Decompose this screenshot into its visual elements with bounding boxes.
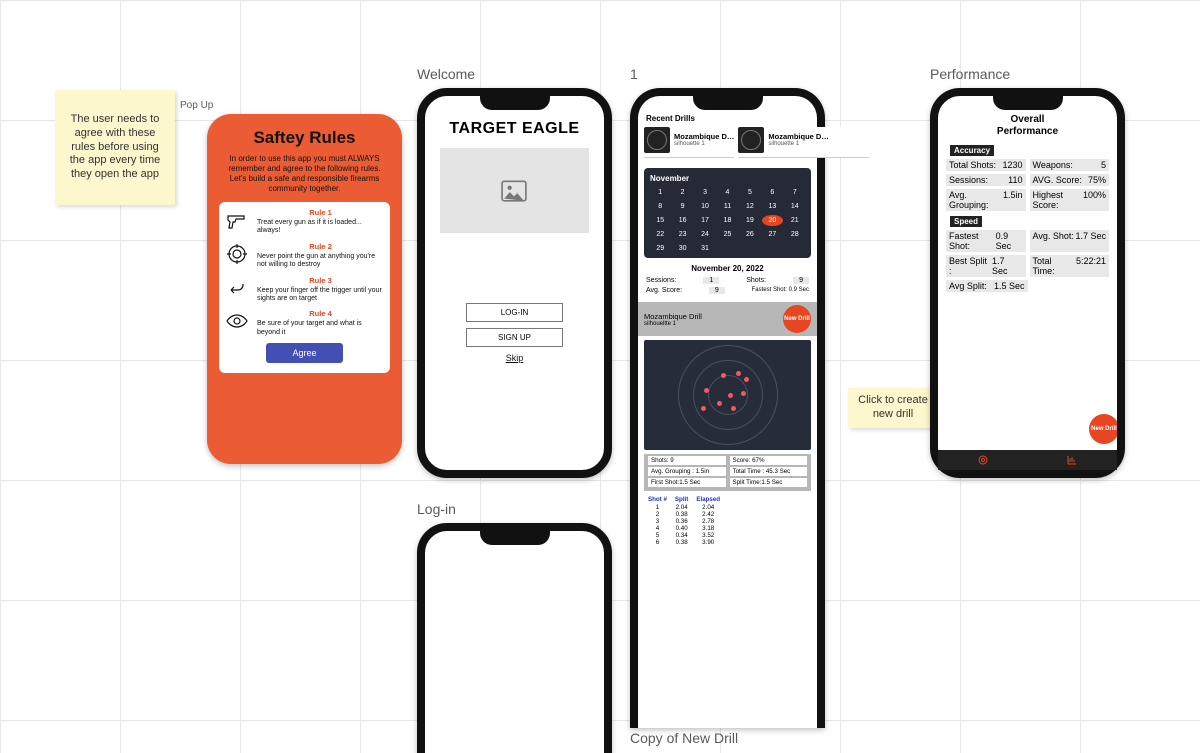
calendar-day[interactable]: 20 — [762, 215, 782, 226]
calendar-day[interactable]: 7 — [785, 187, 805, 198]
speed-heading: Speed — [950, 216, 982, 227]
screen-welcome[interactable]: TARGET EAGLE LOG-IN SIGN UP Skip — [417, 88, 612, 478]
performance-title: OverallPerformance — [946, 114, 1109, 137]
calendar-day[interactable]: 31 — [695, 243, 715, 254]
drill-subtitle: silhouette 1 — [674, 141, 734, 148]
calendar-month: November — [650, 174, 805, 183]
calendar-day[interactable]: 30 — [672, 243, 692, 254]
screen-label-one: 1 — [630, 66, 638, 82]
table-row: 60.383.90 — [644, 539, 724, 546]
calendar-day[interactable]: 18 — [717, 215, 737, 226]
calendar-day[interactable]: 25 — [717, 229, 737, 240]
screen-performance[interactable]: OverallPerformance Accuracy Total Shots:… — [930, 88, 1125, 478]
calendar-day[interactable]: 10 — [695, 201, 715, 212]
calendar-day[interactable]: 8 — [650, 201, 670, 212]
screen-label-copy-new-drill: Copy of New Drill — [630, 730, 738, 746]
popup-intro: In order to use this app you must ALWAYS… — [219, 154, 390, 194]
shot-stats: Shots: 9Score: 67% Avg. Grouping : 1.5in… — [644, 454, 811, 491]
table-row: 12.042.04 — [644, 504, 724, 511]
calendar-day[interactable]: 27 — [762, 229, 782, 240]
calendar-day[interactable]: 22 — [650, 229, 670, 240]
calendar-day[interactable]: 13 — [762, 201, 782, 212]
rule-3: Rule 3Keep your finger off the trigger u… — [225, 276, 384, 304]
app-title: TARGET EAGLE — [433, 120, 596, 138]
recent-drills-title: Recent Drills — [638, 114, 817, 127]
popup-title: Saftey Rules — [219, 128, 390, 148]
calendar-day[interactable]: 11 — [717, 201, 737, 212]
signup-button[interactable]: SIGN UP — [466, 328, 564, 347]
calendar-day[interactable]: 4 — [717, 187, 737, 198]
selected-date: November 20, 2022 — [638, 264, 817, 273]
rule-2: Rule 2Never point the gun at anything yo… — [225, 242, 384, 270]
screen-home[interactable]: Recent Drills Mozambique D… silhouette 1… — [630, 88, 825, 728]
screen-safety-popup[interactable]: Saftey Rules In order to use this app yo… — [207, 114, 402, 464]
table-row: 40.403.18 — [644, 525, 724, 532]
calendar-day[interactable]: 26 — [740, 229, 760, 240]
new-drill-button[interactable]: New Drill — [783, 305, 811, 333]
rules-card: Rule 1Treat every gun as if it is loaded… — [219, 202, 390, 373]
calendar-day[interactable]: 29 — [650, 243, 670, 254]
calendar-day[interactable]: 12 — [740, 201, 760, 212]
calendar-day[interactable]: 2 — [672, 187, 692, 198]
accuracy-stats: Total Shots:1230 Weapons:5 Sessions:110 … — [946, 159, 1109, 214]
calendar-day[interactable]: 21 — [785, 215, 805, 226]
drill-title: Mozambique D… — [674, 133, 734, 141]
calendar-day[interactable]: 24 — [695, 229, 715, 240]
target-icon — [225, 242, 249, 266]
calendar-day[interactable]: 5 — [740, 187, 760, 198]
finger-icon — [225, 276, 249, 300]
rule-1: Rule 1Treat every gun as if it is loaded… — [225, 208, 384, 236]
calendar-day[interactable]: 17 — [695, 215, 715, 226]
calendar-day[interactable]: 16 — [672, 215, 692, 226]
skip-link[interactable]: Skip — [506, 353, 524, 363]
sticky-note-new-drill[interactable]: Click to create new drill — [848, 388, 938, 428]
screen-label-login: Log-in — [417, 501, 456, 517]
image-icon — [501, 180, 527, 202]
screen-login[interactable] — [417, 523, 612, 753]
agree-button[interactable]: Agree — [266, 343, 342, 363]
new-drill-button[interactable]: New Drill — [1089, 414, 1117, 444]
target-nav-icon[interactable] — [977, 454, 989, 466]
gun-icon — [225, 208, 249, 232]
design-canvas[interactable]: The user needs to agree with these rules… — [0, 0, 1200, 753]
bottom-nav — [938, 450, 1117, 470]
drill-title: Mozambique Drill — [644, 312, 702, 321]
calendar-day[interactable]: 19 — [740, 215, 760, 226]
table-row: 20.382.42 — [644, 511, 724, 518]
drill-header-bar[interactable]: Mozambique Drill silhoueltte 1 New Drill — [638, 302, 817, 336]
phone-notch — [480, 529, 550, 545]
shot-table: Shot #SplitElapsed12.042.0420.382.4230.3… — [644, 495, 724, 546]
drill-subtitle: silhouette 1 — [768, 141, 828, 148]
calendar-day[interactable]: 23 — [672, 229, 692, 240]
speed-stats: Fastest Shot:0.9 Sec Avg. Shot:1.7 Sec B… — [946, 230, 1109, 295]
calendar-day[interactable]: 15 — [650, 215, 670, 226]
drill-thumbnail — [738, 127, 764, 153]
rule-4: Rule 4Be sure of your target and what is… — [225, 309, 384, 337]
screen-label-performance: Performance — [930, 66, 1010, 82]
calendar-day[interactable]: 28 — [785, 229, 805, 240]
table-row: 30.362.78 — [644, 518, 724, 525]
calendar-day[interactable]: 6 — [762, 187, 782, 198]
accuracy-heading: Accuracy — [950, 145, 994, 156]
table-row: 50.343.52 — [644, 532, 724, 539]
sticky-note-agree[interactable]: The user needs to agree with these rules… — [55, 90, 175, 205]
drill-title: Mozambique D… — [768, 133, 828, 141]
screen-label-welcome: Welcome — [417, 66, 475, 82]
day-summary: Sessions:1 Shots:9 Avg. Score:9 Fastest … — [638, 277, 817, 294]
calendar[interactable]: November 1234567891011121314151617181920… — [644, 168, 811, 258]
calendar-day[interactable]: 9 — [672, 201, 692, 212]
eye-icon — [225, 309, 249, 333]
chart-nav-icon[interactable] — [1066, 454, 1078, 466]
drill-thumbnail — [644, 127, 670, 153]
image-placeholder — [440, 148, 590, 233]
calendar-day[interactable]: 1 — [650, 187, 670, 198]
drill-card[interactable]: Mozambique D… silhouette 1 — [644, 127, 734, 158]
target-visualization — [644, 340, 811, 450]
calendar-day[interactable]: 14 — [785, 201, 805, 212]
drill-card[interactable]: Mozambique D… silhouette 1 — [738, 127, 868, 158]
login-button[interactable]: LOG-IN — [466, 303, 564, 322]
screen-label-popup: Pop Up — [180, 100, 213, 111]
calendar-day[interactable]: 3 — [695, 187, 715, 198]
drill-subtitle: silhoueltte 1 — [644, 321, 702, 327]
